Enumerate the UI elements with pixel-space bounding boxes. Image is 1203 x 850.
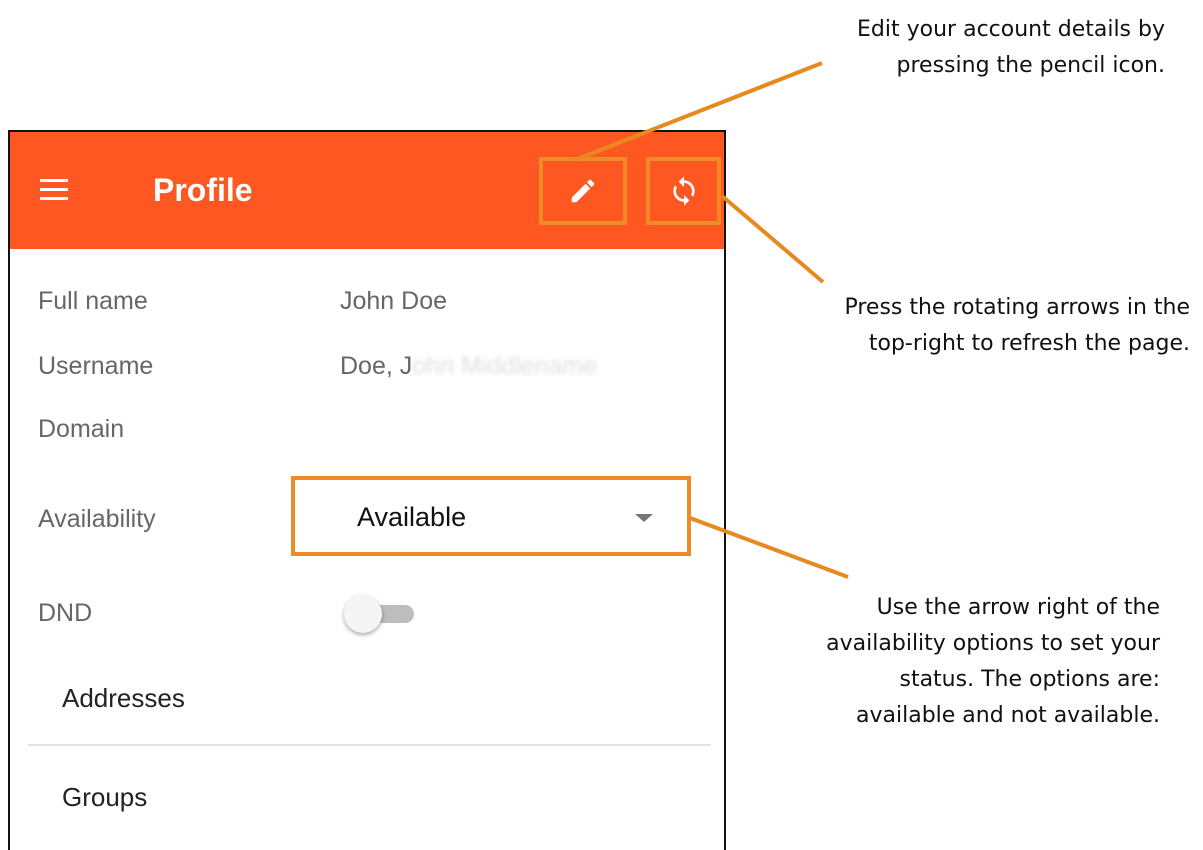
dnd-toggle[interactable]: [344, 595, 416, 633]
edit-callout: Edit your account details by pressing th…: [780, 12, 1165, 84]
availability-callout-line-3: status. The options are:: [899, 667, 1160, 692]
app-bar: Profile: [10, 132, 724, 249]
edit-button[interactable]: [539, 157, 627, 225]
username-blurred: ohn Middlename: [412, 352, 598, 380]
username-label: Username: [38, 352, 154, 380]
dnd-label: DND: [38, 599, 93, 627]
username-visible: Doe, J: [340, 352, 413, 380]
refresh-button[interactable]: [646, 157, 721, 225]
toggle-thumb: [344, 595, 382, 633]
availability-callout-line-1: Use the arrow right of the: [876, 595, 1160, 620]
availability-callout-line-4: available and not available.: [856, 703, 1160, 728]
profile-screen: Profile Full name John Doe Username Doe,…: [8, 130, 726, 850]
refresh-callout-line-2: top-right to refresh the page.: [868, 331, 1190, 356]
edit-callout-line-1: Edit your account details by: [857, 17, 1165, 42]
refresh-callout-line: [720, 194, 825, 284]
availability-label: Availability: [38, 505, 156, 533]
section-divider: [28, 744, 711, 746]
full-name-value: John Doe: [340, 287, 448, 315]
page-title: Profile: [153, 172, 253, 208]
availability-callout-line-2: availability options to set your: [826, 631, 1160, 656]
refresh-icon: [672, 176, 695, 206]
chevron-down-icon[interactable]: [635, 514, 653, 522]
availability-selected: Available: [357, 502, 467, 532]
full-name-label: Full name: [38, 287, 148, 315]
menu-icon[interactable]: [40, 179, 68, 201]
groups-section[interactable]: Groups: [62, 782, 147, 813]
refresh-callout: Press the rotating arrows in the top-rig…: [760, 290, 1190, 362]
edit-callout-line-2: pressing the pencil icon.: [896, 53, 1165, 78]
refresh-callout-line-1: Press the rotating arrows in the: [844, 295, 1190, 320]
availability-select[interactable]: Available: [291, 476, 691, 556]
availability-callout: Use the arrow right of the availability …: [760, 590, 1160, 734]
username-value: Doe, John Middlename: [340, 352, 597, 381]
domain-label: Domain: [38, 415, 125, 443]
addresses-section[interactable]: Addresses: [62, 683, 185, 714]
pencil-icon: [571, 179, 595, 203]
